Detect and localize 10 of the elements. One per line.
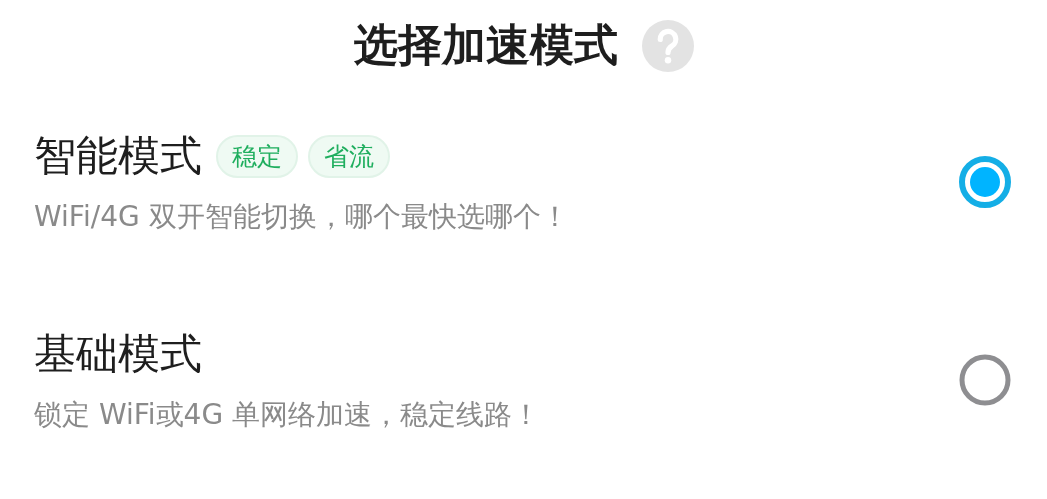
mode-name: 基础模式 (34, 328, 202, 380)
mode-description: 锁定 WiFi或4G 单网络加速，稳定线路！ (34, 397, 540, 433)
page-title: 选择加速模式 (353, 18, 618, 72)
help-icon[interactable] (641, 19, 694, 72)
mode-name: 智能模式 (34, 130, 202, 182)
radio-button[interactable] (957, 352, 1013, 408)
mode-tag: 省流 (308, 134, 390, 178)
mode-description: WiFi/4G 双开智能切换，哪个最快选哪个！ (34, 199, 569, 235)
radio-button[interactable] (957, 154, 1013, 210)
mode-tag: 稳定 (216, 134, 298, 178)
